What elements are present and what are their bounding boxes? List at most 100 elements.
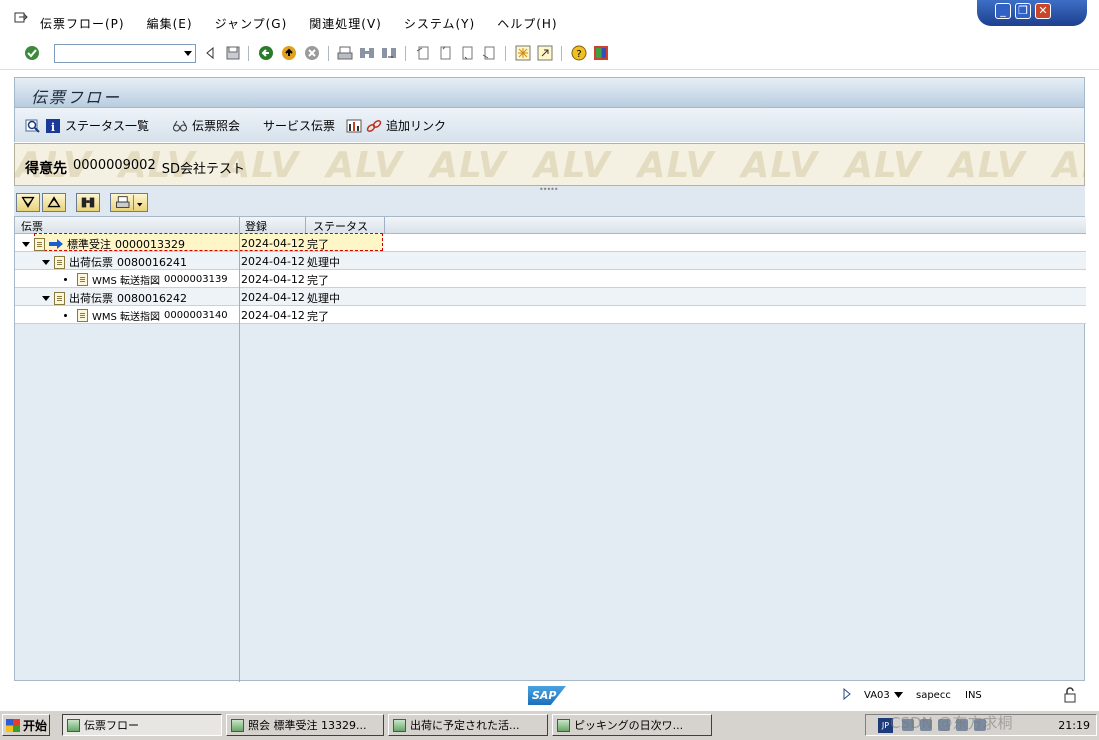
task-picking-daily[interactable]: ピッキングの日次ワ... <box>552 714 712 736</box>
document-status: 処理中 <box>307 256 340 269</box>
display-document-button[interactable]: 伝票照会 <box>172 117 240 134</box>
glasses-icon <box>173 120 187 131</box>
chevron-down-icon[interactable] <box>894 692 903 698</box>
csdn-watermark: CSDN @东方求桐 <box>890 714 1013 732</box>
menu-document-flow[interactable]: 伝票フロー(P) <box>40 15 125 32</box>
menu-bar: 伝票フロー(P) 編集(E) ジャンプ(G) 関連処理(V) システム(Y) ヘ… <box>0 0 1099 38</box>
column-header-document[interactable]: 伝票 <box>21 218 43 234</box>
document-icon <box>77 273 88 286</box>
additional-links-label: 追加リンク <box>386 119 447 133</box>
menu-goto[interactable]: ジャンプ(G) <box>215 15 288 32</box>
status-overview-button[interactable]: i ステータス一覧 <box>25 117 149 134</box>
collapse-all-icon[interactable] <box>42 193 66 212</box>
task-label: 出荷に予定された活... <box>410 719 520 732</box>
document-icon <box>77 309 88 322</box>
standard-toolbar: ? <box>0 38 1099 70</box>
insert-mode: INS <box>965 690 982 701</box>
customize-layout-icon[interactable] <box>593 45 609 61</box>
save-icon[interactable] <box>225 45 241 61</box>
link-icon <box>366 119 382 132</box>
expand-all-icon[interactable] <box>16 193 40 212</box>
windows-logo-icon <box>6 718 20 732</box>
new-session-icon[interactable] <box>515 45 531 61</box>
tree-row[interactable]: 出荷伝票 0080016242 2024-04-12 処理中 <box>15 288 1086 306</box>
previous-page-icon[interactable] <box>437 45 453 61</box>
back-icon[interactable] <box>258 45 274 61</box>
task-document-flow[interactable]: 伝票フロー <box>62 714 222 736</box>
sap-window-icon <box>557 718 570 732</box>
document-status: 完了 <box>307 238 329 251</box>
document-icon <box>34 237 45 251</box>
customer-label: 得意先 <box>25 161 67 177</box>
menu-environment[interactable]: 関連処理(V) <box>309 15 382 32</box>
expand-arrow-icon[interactable] <box>42 295 50 301</box>
close-button[interactable]: ✕ <box>1035 3 1051 19</box>
shortcut-icon[interactable] <box>537 45 553 61</box>
sap-logo: SAP <box>528 686 566 705</box>
alv-header: ALV ALV ALV ALV ALV ALV ALV ALV ALV ALV … <box>14 143 1085 186</box>
customer-header: 得意先 0000009002 SD会社テスト <box>25 158 245 178</box>
minimize-button[interactable]: _ <box>995 3 1011 19</box>
tree-row[interactable]: 出荷伝票 0080016241 2024-04-12 処理中 <box>15 252 1086 270</box>
expand-arrow-icon[interactable] <box>22 241 30 247</box>
document-title: WMS 転送指図 <box>92 276 161 287</box>
command-field[interactable] <box>54 44 196 63</box>
tree-toolbar <box>14 190 1085 216</box>
current-document-arrow-icon <box>49 239 63 249</box>
service-document-button[interactable]: サービス伝票 <box>263 117 335 134</box>
last-page-icon[interactable] <box>481 45 497 61</box>
cancel-icon[interactable] <box>304 45 320 61</box>
back-arrow-icon[interactable] <box>203 45 219 61</box>
sap-window-icon <box>67 718 80 732</box>
window-controls: _ ❐ ✕ <box>977 0 1087 26</box>
additional-links-button[interactable]: 追加リンク <box>346 117 446 134</box>
tree-row[interactable]: WMS 転送指図 0000003139 2024-04-12 完了 <box>15 270 1086 288</box>
svg-text:i: i <box>51 121 55 134</box>
page-title: 伝票フロー <box>31 88 122 107</box>
created-date: 2024-04-12 <box>241 237 305 250</box>
task-scheduled-shipment[interactable]: 出荷に予定された活... <box>388 714 548 736</box>
find-icon[interactable] <box>359 45 375 61</box>
sap-window-icon <box>231 718 244 732</box>
document-title: 出荷伝票 <box>69 292 113 305</box>
created-date: 2024-04-12 <box>241 309 305 322</box>
customer-number: 0000009002 <box>73 158 156 173</box>
display-document-label: 伝票照会 <box>192 119 241 133</box>
exit-icon[interactable] <box>281 45 297 61</box>
chevron-down-icon[interactable] <box>184 51 192 56</box>
start-label: 开始 <box>23 718 48 733</box>
system-menu-icon[interactable] <box>14 12 28 24</box>
document-title: 出荷伝票 <box>69 256 113 269</box>
print-dropdown-icon[interactable] <box>110 193 148 212</box>
help-icon[interactable]: ? <box>571 45 587 61</box>
document-number: 0080016241 <box>117 255 187 269</box>
tree-row[interactable]: 標準受注 0000013329 2024-04-12 完了 <box>15 233 1086 252</box>
expand-arrow-icon[interactable] <box>42 259 50 265</box>
start-button[interactable]: 开始 <box>2 714 50 736</box>
first-page-icon[interactable] <box>415 45 431 61</box>
screen-title-bar: 伝票フロー <box>14 77 1085 108</box>
find-icon[interactable] <box>76 193 100 212</box>
restore-button[interactable]: ❐ <box>1015 3 1031 19</box>
document-status: 完了 <box>307 310 329 323</box>
tree-row[interactable]: WMS 転送指図 0000003140 2024-04-12 完了 <box>15 306 1086 324</box>
menu-help[interactable]: ヘルプ(H) <box>497 15 557 32</box>
next-page-icon[interactable] <box>459 45 475 61</box>
leaf-bullet-icon <box>64 278 67 281</box>
column-divider <box>239 234 240 682</box>
find-next-icon[interactable] <box>381 45 397 61</box>
status-toggle-icon[interactable] <box>842 688 852 700</box>
task-display-sales-order[interactable]: 照会 標準受注 13329... <box>226 714 384 736</box>
menu-system[interactable]: システム(Y) <box>404 15 475 32</box>
lock-icon[interactable] <box>1062 687 1078 703</box>
column-header: 伝票 登録 ステータス <box>15 217 1086 234</box>
menu-edit[interactable]: 編集(E) <box>147 15 193 32</box>
document-icon <box>54 291 65 305</box>
task-label: ピッキングの日次ワ... <box>574 719 684 732</box>
column-header-created[interactable]: 登録 <box>245 218 267 234</box>
transaction-code: VA03 <box>864 690 890 701</box>
enter-icon[interactable] <box>24 45 40 61</box>
task-label: 照会 標準受注 13329... <box>248 719 367 732</box>
print-icon[interactable] <box>337 45 353 61</box>
column-header-status[interactable]: ステータス <box>313 218 368 234</box>
